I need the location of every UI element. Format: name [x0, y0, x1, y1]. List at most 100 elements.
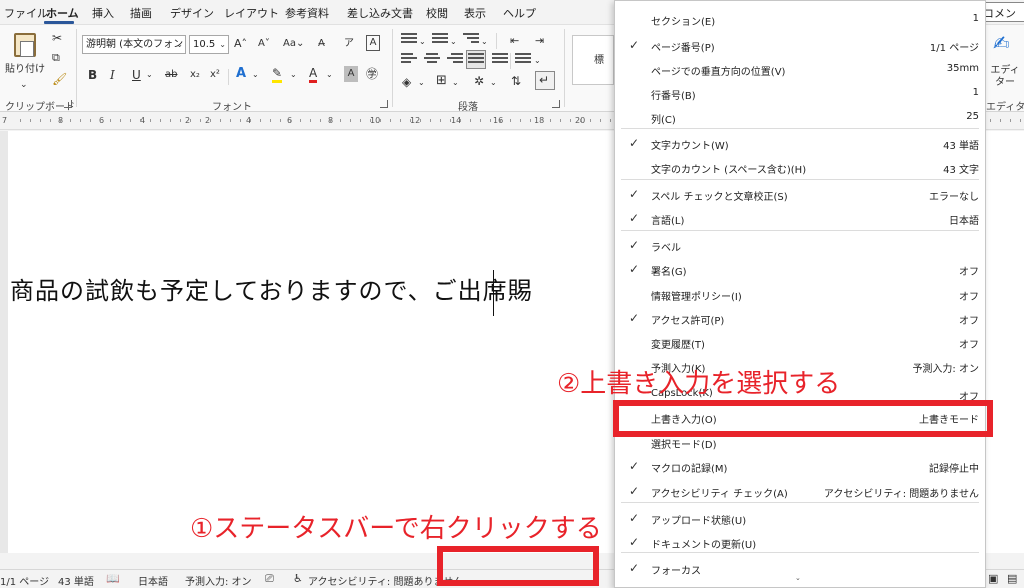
distributed-icon[interactable] — [492, 53, 508, 67]
highlight-icon[interactable]: ✎ — [272, 65, 283, 83]
phonetic-guide-icon[interactable]: ア — [344, 36, 354, 54]
font-color-icon[interactable]: A — [309, 65, 318, 83]
character-border-icon[interactable]: A — [366, 35, 380, 51]
sort-icon[interactable]: ⇅ — [511, 73, 521, 91]
tab-home[interactable]: ホーム — [46, 5, 79, 21]
tab-help[interactable]: ヘルプ — [503, 5, 536, 21]
copy-icon[interactable]: ⧉ — [52, 50, 60, 68]
align-left-icon[interactable] — [401, 53, 417, 67]
editor-button[interactable]: エディター — [990, 65, 1020, 91]
read-mode-icon[interactable]: ▤ — [1007, 572, 1017, 585]
chevron-down-icon[interactable]: ⌄ — [450, 34, 457, 52]
document-text[interactable]: 商品の試飲も予定しておりますので、ご出席賜 — [10, 271, 533, 306]
character-shading-icon[interactable]: A — [344, 66, 358, 82]
tab-mailings[interactable]: 差し込み文書 — [347, 5, 413, 21]
borders-icon[interactable]: ⊞ — [436, 73, 447, 91]
menu-item[interactable]: 情報管理ポリシー(I) オフ — [615, 282, 985, 306]
shrink-font-icon[interactable]: A˅ — [258, 36, 270, 54]
text-effects-icon[interactable]: A — [236, 66, 246, 84]
editor-icon[interactable]: ✍ — [993, 33, 1010, 53]
change-case-icon[interactable]: Aa⌄ — [283, 36, 304, 54]
font-name-combo[interactable]: 游明朝 (本文のフォン ⌄ — [82, 35, 186, 54]
chevron-down-icon[interactable]: ⌄ — [326, 67, 333, 85]
decrease-indent-icon[interactable]: ⇤ — [510, 33, 519, 51]
underline-icon[interactable]: U — [132, 67, 141, 85]
menu-item[interactable]: ✓ ラベル — [615, 233, 985, 257]
status-page-count[interactable]: 1/1 ページ — [0, 573, 49, 588]
status-word-count[interactable]: 43 単語 — [58, 573, 94, 588]
menu-item[interactable]: ✓ 署名(G) オフ — [615, 257, 985, 281]
multilevel-list-icon[interactable] — [463, 33, 479, 47]
chevron-down-icon[interactable]: ⌄ — [419, 34, 426, 52]
tab-file[interactable]: ファイル — [4, 5, 48, 21]
menu-item[interactable]: ✓ ドキュメントの更新(U) — [615, 530, 985, 554]
superscript-icon[interactable]: x² — [210, 67, 220, 85]
ruler-tick — [230, 119, 231, 122]
increase-indent-icon[interactable]: ⇥ — [535, 33, 544, 51]
menu-item[interactable]: ✓ 文字カウント(W) 43 単語 — [615, 131, 985, 155]
menu-item[interactable]: ページでの垂直方向の位置(V) 35mm — [615, 57, 985, 81]
chevron-down-icon[interactable]: ⌄ — [490, 75, 497, 93]
accessibility-icon[interactable]: ♿ — [293, 572, 303, 585]
tab-review[interactable]: 校閲 — [426, 5, 448, 21]
tab-draw[interactable]: 描画 — [130, 5, 152, 21]
menu-item[interactable]: ✓ アクセス許可(P) オフ — [615, 306, 985, 330]
asian-layout-icon[interactable]: ✲ — [474, 73, 484, 91]
chevron-down-icon[interactable]: ⌄ — [452, 75, 459, 93]
menu-item[interactable]: 文字のカウント (スペース含む)(H) 43 文字 — [615, 155, 985, 179]
proofing-book-icon[interactable]: 📖 — [106, 572, 120, 585]
bold-icon[interactable]: B — [88, 67, 97, 85]
status-language[interactable]: 日本語 — [138, 573, 168, 588]
menu-item[interactable]: ✓ マクロの記録(M) 記録停止中 — [615, 454, 985, 478]
subscript-icon[interactable]: x₂ — [190, 67, 200, 85]
paste-dropdown-icon[interactable]: ⌄ — [20, 77, 28, 95]
checkmark-icon: ✓ — [629, 561, 640, 575]
italic-icon[interactable]: I — [110, 67, 115, 85]
styles-gallery[interactable] — [572, 35, 614, 85]
tab-view[interactable]: 表示 — [464, 5, 486, 21]
menu-item[interactable]: ✓ アクセシビリティ チェック(A) アクセシビリティ: 問題ありません — [615, 479, 985, 503]
macro-recording-icon[interactable]: ⎚ — [265, 572, 274, 586]
grow-font-icon[interactable]: A˄ — [234, 36, 247, 54]
ruler-tick — [290, 119, 291, 122]
font-size-combo[interactable]: 10.5 ⌄ — [189, 35, 229, 54]
menu-item[interactable]: 変更履歴(T) オフ — [615, 330, 985, 354]
tab-references[interactable]: 参考資料 — [285, 5, 329, 21]
enclose-characters-icon[interactable]: ㊫ — [366, 66, 378, 84]
clipboard-launcher-icon[interactable] — [64, 100, 72, 108]
align-right-icon[interactable] — [447, 53, 463, 67]
menu-item[interactable]: セクション(E) 1 — [615, 7, 985, 31]
menu-item[interactable]: ✓ 言語(L) 日本語 — [615, 206, 985, 230]
chevron-down-icon[interactable]: ⌄ — [252, 67, 259, 85]
menu-item[interactable]: 行番号(B) 1 — [615, 81, 985, 105]
strikethrough-icon[interactable]: ab — [165, 67, 177, 85]
scroll-down-icon[interactable]: ⌄ — [795, 574, 801, 582]
menu-item[interactable]: ✓ スペル チェックと文章校正(S) エラーなし — [615, 182, 985, 206]
focus-mode-icon[interactable]: ▣ — [988, 572, 998, 585]
shading-icon[interactable]: ◈ — [402, 74, 411, 92]
format-painter-icon[interactable]: 🖌 — [52, 71, 67, 89]
font-launcher-icon[interactable] — [380, 100, 388, 108]
bullets-icon[interactable] — [401, 33, 417, 47]
cut-icon[interactable]: ✂ — [52, 30, 62, 48]
statusbar-context-menu[interactable]: セクション(E) 1 ✓ ページ番号(P) 1/1 ページ ページでの垂直方向の位置(V)… — [614, 0, 986, 588]
tab-layout[interactable]: レイアウト — [224, 5, 279, 21]
chevron-down-icon[interactable]: ⌄ — [146, 67, 153, 85]
numbering-icon[interactable] — [432, 33, 448, 47]
ruler-tick — [350, 119, 351, 122]
status-predictive-input[interactable]: 予測入力: オン — [185, 573, 252, 588]
tab-design[interactable]: デザイン — [170, 5, 214, 21]
chevron-down-icon[interactable]: ⌄ — [418, 75, 425, 93]
checkmark-icon: ✓ — [629, 484, 640, 498]
tab-insert[interactable]: 挿入 — [92, 5, 114, 21]
align-center-icon[interactable] — [424, 53, 440, 67]
styles-gallery-item[interactable]: 標 — [594, 53, 604, 71]
chevron-down-icon[interactable]: ⌄ — [290, 67, 297, 85]
menu-item[interactable]: ✓ アップロード状態(U) — [615, 506, 985, 530]
paragraph-launcher-icon[interactable] — [552, 100, 560, 108]
chevron-down-icon[interactable]: ⌄ — [534, 53, 541, 71]
clear-formatting-icon[interactable]: A̶ — [318, 36, 325, 54]
line-spacing-icon[interactable] — [515, 53, 531, 67]
menu-item[interactable]: ✓ ページ番号(P) 1/1 ページ — [615, 33, 985, 57]
menu-item[interactable]: 列(C) 25 — [615, 105, 985, 129]
